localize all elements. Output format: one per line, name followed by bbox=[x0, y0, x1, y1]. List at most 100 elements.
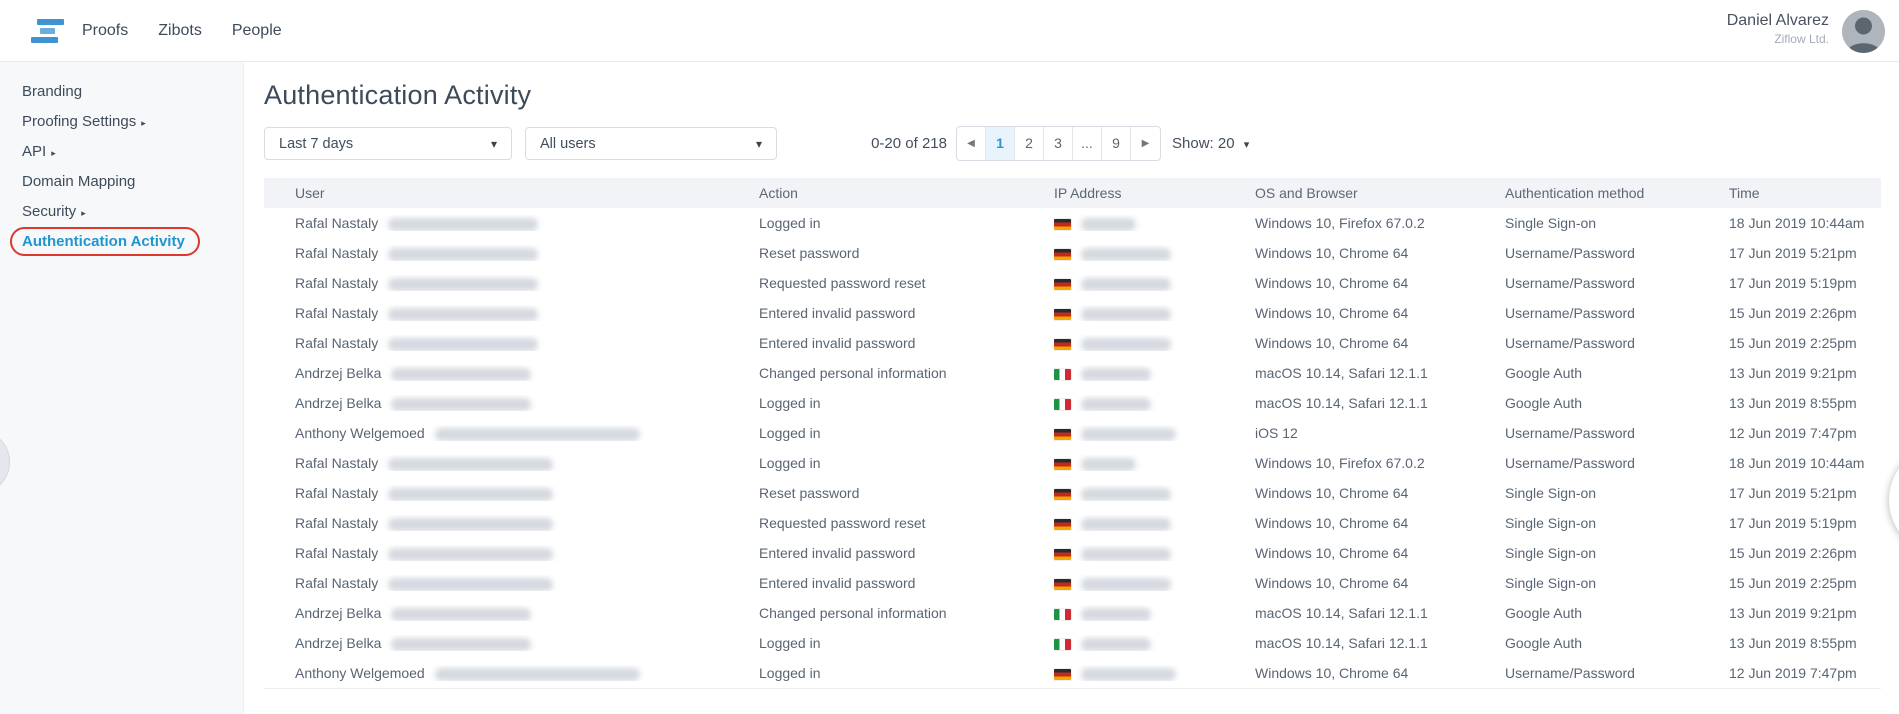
ip-cell bbox=[1054, 335, 1255, 351]
time-cell: 18 Jun 2019 10:44am bbox=[1729, 215, 1881, 231]
sidebar-item-wrap: API▸ bbox=[22, 143, 56, 160]
flag-it-icon bbox=[1054, 639, 1071, 650]
table-row: Rafal NastalyEntered invalid passwordWin… bbox=[264, 568, 1881, 598]
user-cell: Rafal Nastaly bbox=[264, 245, 759, 261]
chevron-right-icon: ▸ bbox=[81, 208, 86, 218]
flag-de-icon bbox=[1054, 339, 1071, 350]
column-header-user: User bbox=[264, 185, 759, 201]
user-name-text: Rafal Nastaly bbox=[295, 245, 378, 261]
users-filter-dropdown[interactable]: All users ▾ bbox=[525, 127, 777, 160]
nav-item-people[interactable]: People bbox=[232, 22, 282, 40]
action-cell: Changed personal information bbox=[759, 365, 1054, 381]
flag-de-icon bbox=[1054, 519, 1071, 530]
os-browser-cell: macOS 10.14, Safari 12.1.1 bbox=[1255, 605, 1505, 621]
email-redacted-blur bbox=[388, 308, 538, 321]
column-header-os-and-browser: OS and Browser bbox=[1255, 185, 1505, 201]
user-cell: Rafal Nastaly bbox=[264, 575, 759, 591]
user-cell: Anthony Welgemoed bbox=[264, 425, 759, 441]
action-cell: Entered invalid password bbox=[759, 305, 1054, 321]
auth-method-cell: Google Auth bbox=[1505, 605, 1729, 621]
user-organization: Ziflow Ltd. bbox=[1727, 31, 1829, 47]
chevron-down-icon: ▾ bbox=[491, 137, 497, 151]
user-info[interactable]: Daniel Alvarez Ziflow Ltd. bbox=[1727, 11, 1829, 47]
ip-redacted-blur bbox=[1081, 398, 1151, 411]
time-cell: 17 Jun 2019 5:19pm bbox=[1729, 515, 1881, 531]
time-cell: 18 Jun 2019 10:44am bbox=[1729, 455, 1881, 471]
users-filter-value: All users bbox=[540, 136, 596, 152]
ip-cell bbox=[1054, 665, 1255, 681]
time-cell: 15 Jun 2019 2:26pm bbox=[1729, 545, 1881, 561]
time-cell: 13 Jun 2019 8:55pm bbox=[1729, 395, 1881, 411]
nav-item-zibots[interactable]: Zibots bbox=[158, 22, 202, 40]
action-cell: Requested password reset bbox=[759, 275, 1054, 291]
ip-redacted-blur bbox=[1081, 488, 1171, 501]
table-row: Andrzej BelkaLogged inmacOS 10.14, Safar… bbox=[264, 388, 1881, 418]
ziflow-logo-icon[interactable] bbox=[30, 17, 68, 45]
sidebar-item-label: Branding bbox=[22, 83, 82, 100]
ip-redacted-blur bbox=[1081, 338, 1171, 351]
table-row: Rafal NastalyRequested password resetWin… bbox=[264, 508, 1881, 538]
auth-method-cell: Username/Password bbox=[1505, 425, 1729, 441]
table-row: Rafal NastalyLogged inWindows 10, Firefo… bbox=[264, 448, 1881, 478]
sidebar-item-wrap: Proofing Settings▸ bbox=[22, 113, 146, 130]
date-range-dropdown[interactable]: Last 7 days ▾ bbox=[264, 127, 512, 160]
ip-redacted-blur bbox=[1081, 308, 1171, 321]
user-cell: Rafal Nastaly bbox=[264, 545, 759, 561]
pagination: ◀123...9▶ bbox=[956, 126, 1161, 161]
page-button-2[interactable]: 2 bbox=[1015, 127, 1044, 160]
auth-method-cell: Username/Password bbox=[1505, 455, 1729, 471]
sidebar-item-authentication-activity[interactable]: Authentication Activity bbox=[0, 226, 243, 256]
column-header-action: Action bbox=[759, 185, 1054, 201]
avatar[interactable] bbox=[1842, 10, 1885, 53]
top-navigation-bar: Proofs Zibots People Daniel Alvarez Ziflow… bbox=[0, 0, 1899, 62]
action-cell: Entered invalid password bbox=[759, 335, 1054, 351]
auth-method-cell: Google Auth bbox=[1505, 395, 1729, 411]
table-row: Andrzej BelkaChanged personal informatio… bbox=[264, 598, 1881, 628]
email-redacted-blur bbox=[388, 488, 553, 501]
auth-method-cell: Single Sign-on bbox=[1505, 485, 1729, 501]
user-cell: Rafal Nastaly bbox=[264, 275, 759, 291]
time-cell: 17 Jun 2019 5:19pm bbox=[1729, 275, 1881, 291]
ip-redacted-blur bbox=[1081, 638, 1151, 651]
user-name-text: Andrzej Belka bbox=[295, 605, 381, 621]
previous-page-button[interactable]: ◀ bbox=[957, 127, 986, 160]
auth-method-cell: Username/Password bbox=[1505, 335, 1729, 351]
ip-redacted-blur bbox=[1081, 278, 1171, 291]
time-cell: 12 Jun 2019 7:47pm bbox=[1729, 665, 1881, 681]
page-button-3[interactable]: 3 bbox=[1044, 127, 1073, 160]
action-cell: Entered invalid password bbox=[759, 545, 1054, 561]
ip-cell bbox=[1054, 245, 1255, 261]
nav-item-proofs[interactable]: Proofs bbox=[82, 22, 128, 40]
show-per-page-selector[interactable]: Show: 20 ▾ bbox=[1172, 126, 1249, 161]
sidebar-item-api[interactable]: API▸ bbox=[0, 136, 243, 166]
os-browser-cell: Windows 10, Firefox 67.0.2 bbox=[1255, 455, 1505, 471]
table-row: Anthony WelgemoedLogged iniOS 12Username… bbox=[264, 418, 1881, 448]
sidebar-item-proofing-settings[interactable]: Proofing Settings▸ bbox=[0, 106, 243, 136]
sidebar-item-security[interactable]: Security▸ bbox=[0, 196, 243, 226]
sidebar-item-domain-mapping[interactable]: Domain Mapping bbox=[0, 166, 243, 196]
time-cell: 12 Jun 2019 7:47pm bbox=[1729, 425, 1881, 441]
action-cell: Logged in bbox=[759, 425, 1054, 441]
ip-redacted-blur bbox=[1081, 578, 1171, 591]
sidebar-item-branding[interactable]: Branding bbox=[0, 76, 243, 106]
flag-it-icon bbox=[1054, 399, 1071, 410]
action-cell: Reset password bbox=[759, 485, 1054, 501]
table-row: Rafal NastalyEntered invalid passwordWin… bbox=[264, 328, 1881, 358]
ip-cell bbox=[1054, 515, 1255, 531]
user-cell: Rafal Nastaly bbox=[264, 455, 759, 471]
flag-de-icon bbox=[1054, 309, 1071, 320]
table-row: Rafal NastalyRequested password resetWin… bbox=[264, 268, 1881, 298]
time-cell: 15 Jun 2019 2:26pm bbox=[1729, 305, 1881, 321]
ip-cell bbox=[1054, 635, 1255, 651]
sidebar-item-label: Authentication Activity bbox=[22, 233, 185, 250]
email-redacted-blur bbox=[391, 638, 531, 651]
column-header-authentication-method: Authentication method bbox=[1505, 185, 1729, 201]
page-button-9[interactable]: 9 bbox=[1102, 127, 1131, 160]
os-browser-cell: Windows 10, Chrome 64 bbox=[1255, 305, 1505, 321]
next-page-button[interactable]: ▶ bbox=[1131, 127, 1160, 160]
os-browser-cell: macOS 10.14, Safari 12.1.1 bbox=[1255, 365, 1505, 381]
email-redacted-blur bbox=[435, 428, 640, 441]
user-name-text: Rafal Nastaly bbox=[295, 515, 378, 531]
page-button-1[interactable]: 1 bbox=[986, 127, 1015, 160]
chevron-right-icon: ▸ bbox=[141, 118, 146, 128]
